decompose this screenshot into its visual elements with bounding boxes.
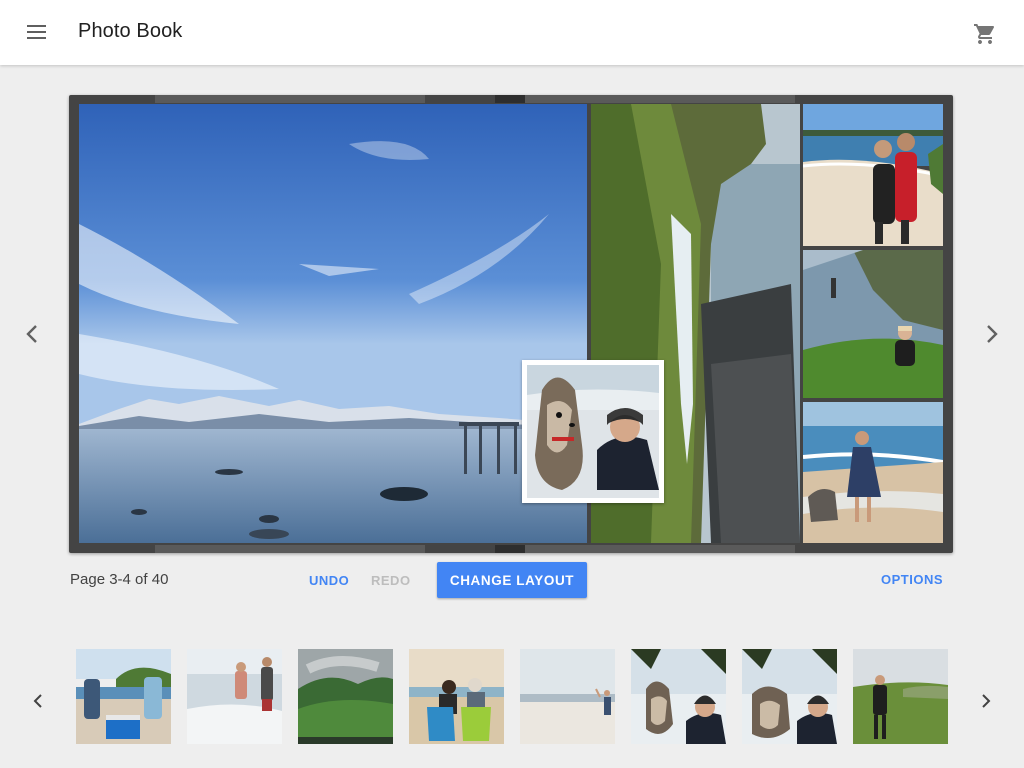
menu-icon[interactable] [24, 20, 50, 46]
couple-on-beach-photo[interactable] [803, 104, 943, 246]
shopping-cart-icon[interactable] [973, 22, 999, 48]
person-on-beach-thumbnail[interactable] [520, 649, 615, 744]
app-title: Photo Book [78, 20, 183, 42]
dog-and-woman-thumbnail-1[interactable] [631, 649, 726, 744]
person-sitting-on-coastal-cliff-photo[interactable] [803, 250, 943, 398]
couple-in-beach-chairs-thumbnail[interactable] [409, 649, 504, 744]
undo-button[interactable]: UNDO [309, 573, 349, 588]
app-bar: Photo Book [0, 0, 1024, 65]
thumbnails-previous-arrow-icon[interactable] [30, 690, 46, 712]
woman-on-grassy-hill-thumbnail[interactable] [853, 649, 948, 744]
redo-button[interactable]: REDO [371, 573, 411, 588]
couple-walking-in-surf-thumbnail[interactable] [187, 649, 282, 744]
woman-in-dress-on-beach-with-dog-photo[interactable] [803, 402, 943, 543]
page-indicator: Page 3-4 of 40 [70, 571, 169, 588]
dog-and-woman-in-snow-photo[interactable] [522, 360, 664, 503]
next-page-arrow-icon[interactable] [982, 322, 1002, 346]
dog-and-woman-thumbnail-2[interactable] [742, 649, 837, 744]
beach-picnic-thumbnail[interactable] [76, 649, 171, 744]
lake-mountains-photo[interactable] [79, 104, 587, 543]
misty-forest-thumbnail[interactable] [298, 649, 393, 744]
thumbnails-next-arrow-icon[interactable] [978, 690, 994, 712]
previous-page-arrow-icon[interactable] [22, 322, 42, 346]
change-layout-button[interactable]: CHANGE LAYOUT [437, 562, 587, 598]
options-button[interactable]: OPTIONS [881, 572, 943, 587]
